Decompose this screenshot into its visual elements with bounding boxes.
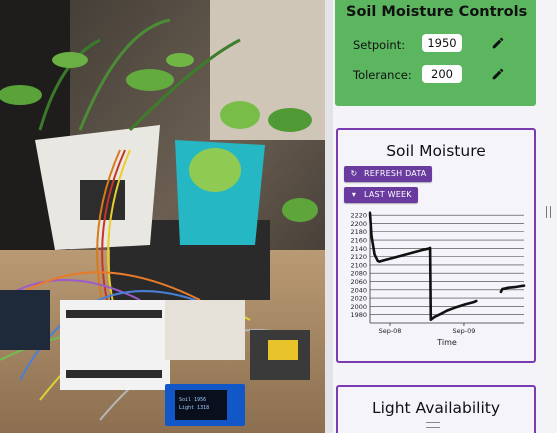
panel-left-border [325, 0, 333, 433]
soil-moisture-title: Soil Moisture [386, 142, 486, 160]
refresh-data-label: REFRESH DATA [364, 169, 427, 178]
y-tick-label: 2160 [350, 237, 367, 245]
tolerance-value: 200 [422, 65, 462, 83]
refresh-data-button[interactable]: ↻ REFRESH DATA [344, 166, 433, 182]
dropdown-caret-icon: ▾ [351, 190, 357, 199]
soil-moisture-chart: 1980200020202040206020802100212021402160… [350, 211, 526, 347]
setpoint-value: 1950 [422, 34, 462, 52]
moisture-series-line [368, 211, 478, 321]
y-tick-label: 2220 [350, 212, 367, 220]
last-week-dropdown[interactable]: ▾ LAST WEEK [344, 187, 418, 203]
last-week-label: LAST WEEK [364, 190, 412, 199]
x-axis-title: Time [436, 338, 457, 347]
oled-line-1: Soil 1956 [179, 397, 206, 403]
setpoint-edit-icon[interactable] [491, 36, 505, 50]
y-tick-label: 2180 [350, 228, 367, 236]
refresh-icon: ↻ [350, 169, 358, 178]
y-tick-label: 2060 [350, 278, 367, 286]
y-tick-label: 2020 [350, 295, 367, 303]
oled-line-2: Light 1318 [179, 405, 209, 411]
dashboard-panel: Soil Moisture Controls Setpoint: 1950 To… [325, 0, 557, 433]
x-tick-label: Sep-08 [379, 327, 402, 335]
y-tick-label: 2100 [350, 261, 367, 269]
tolerance-label: Tolerance: [353, 68, 412, 82]
y-tick-label: 2140 [350, 245, 367, 253]
controls-title: Soil Moisture Controls [346, 4, 528, 20]
moisture-series-line [499, 284, 526, 294]
x-tick-label: Sep-09 [453, 327, 476, 335]
y-tick-label: 2120 [350, 253, 367, 261]
tolerance-edit-icon[interactable] [491, 67, 505, 81]
setpoint-label: Setpoint: [353, 38, 406, 52]
scrollbar-handle[interactable] [546, 206, 551, 218]
resize-grip[interactable] [426, 422, 440, 428]
soil-moisture-controls-card: Soil Moisture Controls Setpoint: 1950 To… [335, 0, 536, 106]
y-tick-label: 2200 [350, 220, 367, 228]
y-tick-label: 1980 [350, 311, 367, 319]
y-tick-label: 2000 [350, 303, 367, 311]
plant-setup-photo: Soil 1956 Light 1318 [0, 0, 325, 433]
y-tick-label: 2040 [350, 286, 367, 294]
soil-moisture-card: Soil Moisture ↻ REFRESH DATA ▾ LAST WEEK 1… [336, 128, 536, 363]
y-tick-label: 2080 [350, 270, 367, 278]
light-availability-title: Light Availability [371, 399, 501, 417]
